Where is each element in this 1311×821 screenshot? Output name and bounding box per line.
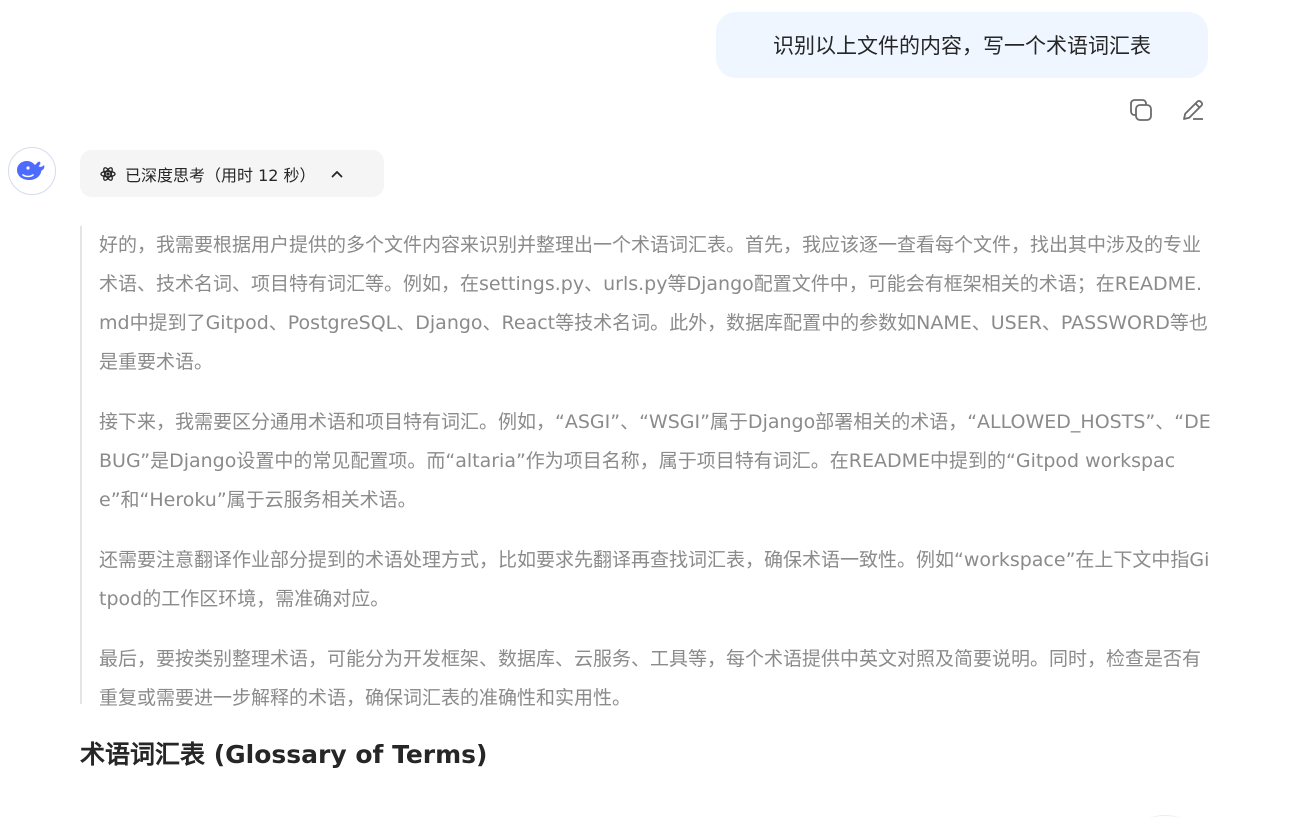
user-message-bubble: 识别以上文件的内容，写一个术语词汇表 xyxy=(716,12,1208,78)
message-actions xyxy=(1126,95,1208,125)
thinking-paragraph: 好的，我需要根据用户提供的多个文件内容来识别并整理出一个术语词汇表。首先，我应该… xyxy=(99,234,1208,373)
thinking-paragraph: 接下来，我需要区分通用术语和项目特有词汇。例如，“ASGI”、“WSGI”属于D… xyxy=(99,411,1211,511)
user-message-text: 识别以上文件的内容，写一个术语词汇表 xyxy=(773,34,1151,58)
edit-button[interactable] xyxy=(1178,95,1208,125)
assistant-avatar xyxy=(8,147,56,195)
chevron-up-icon xyxy=(330,167,344,181)
copy-button[interactable] xyxy=(1126,95,1156,125)
scroll-down-button[interactable] xyxy=(1150,815,1180,821)
thinking-paragraph: 最后，要按类别整理术语，可能分为开发框架、数据库、云服务、工具等，每个术语提供中… xyxy=(99,648,1202,709)
answer-heading: 术语词汇表 (Glossary of Terms) xyxy=(80,740,488,769)
edit-icon xyxy=(1183,99,1204,120)
deepseek-whale-icon xyxy=(17,161,45,180)
chat-page: 识别以上文件的内容，写一个术语词汇表 已深度思考（用时 12 秒） 好的，我需要… xyxy=(0,0,1311,821)
deep-thinking-toggle[interactable]: 已深度思考（用时 12 秒） xyxy=(80,150,384,197)
copy-icon xyxy=(1130,99,1152,121)
thinking-paragraph: 还需要注意翻译作业部分提到的术语处理方式，比如要求先翻译再查找词汇表，确保术语一… xyxy=(99,549,1210,610)
deep-thinking-label: 已深度思考（用时 12 秒） xyxy=(125,165,316,185)
thinking-content: 好的，我需要根据用户提供的多个文件内容来识别并整理出一个术语词汇表。首先，我应该… xyxy=(80,226,1212,709)
atom-icon xyxy=(100,166,116,182)
